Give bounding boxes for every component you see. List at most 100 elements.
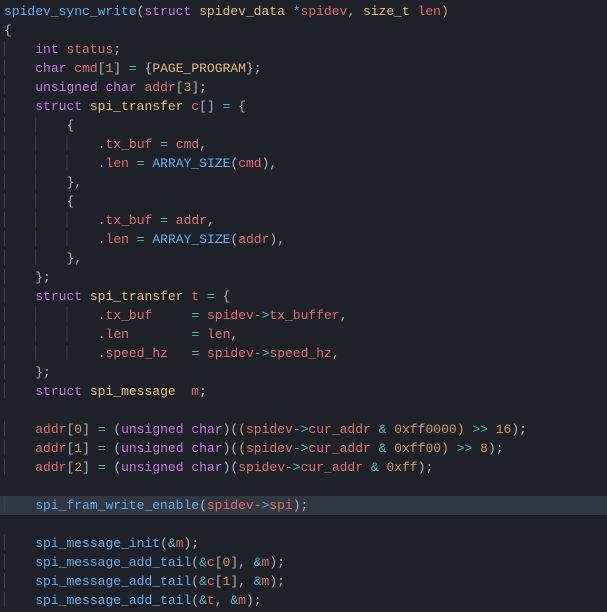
code-line: ▏ }; xyxy=(0,363,607,382)
code-line: ▏ addr[1] = (unsigned char)((spidev->cur… xyxy=(0,439,607,458)
code-line: ▏ ▏ ▏ .tx_buf = cmd, xyxy=(0,135,607,154)
kw-char: char xyxy=(105,80,136,95)
kw-char: char xyxy=(191,441,222,456)
var-t: t xyxy=(207,593,215,608)
code-line: ▏ unsigned char addr[3]; xyxy=(0,78,607,97)
num-1: 1 xyxy=(74,441,82,456)
code-line: ▏ ▏ { xyxy=(0,116,607,135)
kw-unsigned: unsigned xyxy=(121,422,183,437)
fn-array-size: ARRAY_SIZE xyxy=(152,156,230,171)
field-tx-buf: tx_buf xyxy=(106,137,153,152)
param-spidev: spidev xyxy=(301,4,348,19)
code-line: ▏ ▏ }, xyxy=(0,173,607,192)
kw-char: char xyxy=(191,422,222,437)
var-spidev: spidev xyxy=(246,422,293,437)
var-addr: addr xyxy=(35,441,66,456)
field-spi: spi xyxy=(269,498,292,513)
code-line: ▏ struct spi_transfer t = { xyxy=(0,287,607,306)
field-len: len xyxy=(106,232,129,247)
code-line: ▏ ▏ ▏ .len = ARRAY_SIZE(cmd), xyxy=(0,154,607,173)
kw-struct: struct xyxy=(35,289,82,304)
field-tx-buffer: tx_buffer xyxy=(269,308,339,323)
field-speed-hz: speed_hz xyxy=(269,346,331,361)
field-cur-addr: cur_addr xyxy=(308,422,370,437)
code-line: ▏ ▏ ▏ .len = len, xyxy=(0,325,607,344)
fn-name: spidev_sync_write xyxy=(4,4,137,19)
kw-struct: struct xyxy=(35,99,82,114)
kw-unsigned: unsigned xyxy=(35,80,97,95)
type-spi-transfer: spi_transfer xyxy=(90,289,184,304)
code-line: ▏ spi_message_add_tail(&t, &m); xyxy=(0,591,607,610)
kw-int: int xyxy=(35,42,58,57)
field-cur-addr: cur_addr xyxy=(301,460,363,475)
num-16: 16 xyxy=(496,422,512,437)
code-line-highlighted: ▏ spi_fram_write_enable(spidev->spi); xyxy=(0,496,607,515)
var-cmd: cmd xyxy=(74,61,97,76)
code-line: ▏ spi_message_init(&m); xyxy=(0,534,607,553)
var-addr: addr xyxy=(176,213,207,228)
code-line: { xyxy=(0,21,607,40)
field-tx-buf: tx_buf xyxy=(106,308,153,323)
kw-unsigned: unsigned xyxy=(121,441,183,456)
fn-spi-message-add-tail: spi_message_add_tail xyxy=(35,574,191,589)
field-cur-addr: cur_addr xyxy=(308,441,370,456)
code-line: ▏ spi_message_add_tail(&c[1], &m); xyxy=(0,572,607,591)
var-c: c xyxy=(191,99,199,114)
var-cmd: cmd xyxy=(176,137,199,152)
var-spidev: spidev xyxy=(238,460,285,475)
code-line xyxy=(0,401,607,420)
code-line xyxy=(0,515,607,534)
code-line: ▏ char cmd[1] = {PAGE_PROGRAM}; xyxy=(0,59,607,78)
code-line xyxy=(0,477,607,496)
field-speed-hz: speed_hz xyxy=(106,346,168,361)
param-len: len xyxy=(418,4,441,19)
code-line: ▏ ▏ }, xyxy=(0,249,607,268)
code-line: ▏ ▏ ▏ .len = ARRAY_SIZE(addr), xyxy=(0,230,607,249)
var-spidev: spidev xyxy=(207,498,254,513)
var-t: t xyxy=(191,289,199,304)
num-0: 0 xyxy=(74,422,82,437)
num-8: 8 xyxy=(480,441,488,456)
kw-struct: struct xyxy=(144,4,191,19)
const-page-program: PAGE_PROGRAM xyxy=(152,61,246,76)
code-line: ▏ int status; xyxy=(0,40,607,59)
var-m: m xyxy=(238,593,246,608)
code-line: ▏ ▏ { xyxy=(0,192,607,211)
var-spidev: spidev xyxy=(246,441,293,456)
type-size-t: size_t xyxy=(363,4,410,19)
code-editor[interactable]: spidev_sync_write(struct spidev_data *sp… xyxy=(0,2,607,610)
code-line: ▏ ▏ ▏ .speed_hz = spidev->speed_hz, xyxy=(0,344,607,363)
code-line: spidev_sync_write(struct spidev_data *sp… xyxy=(0,2,607,21)
var-addr: addr xyxy=(35,460,66,475)
var-addr: addr xyxy=(238,232,269,247)
code-line: ▏ struct spi_transfer c[] = { xyxy=(0,97,607,116)
var-spidev: spidev xyxy=(207,308,254,323)
fn-spi-message-init: spi_message_init xyxy=(35,536,160,551)
fn-spi-message-add-tail: spi_message_add_tail xyxy=(35,593,191,608)
op-star: * xyxy=(293,4,301,19)
var-m: m xyxy=(191,384,199,399)
type-spi-transfer: spi_transfer xyxy=(90,99,184,114)
fn-array-size: ARRAY_SIZE xyxy=(152,232,230,247)
code-line: ▏ addr[0] = (unsigned char)((spidev->cur… xyxy=(0,420,607,439)
var-m: m xyxy=(176,536,184,551)
code-line: ▏ struct spi_message m; xyxy=(0,382,607,401)
var-c: c xyxy=(207,555,215,570)
field-len: len xyxy=(106,327,129,342)
code-line: ▏ addr[2] = (unsigned char)(spidev->cur_… xyxy=(0,458,607,477)
code-line: ▏ spi_message_add_tail(&c[0], &m); xyxy=(0,553,607,572)
code-line: ▏ }; xyxy=(0,268,607,287)
code-line: ▏ ▏ ▏ .tx_buf = addr, xyxy=(0,211,607,230)
var-spidev: spidev xyxy=(207,346,254,361)
fn-spi-fram-write-enable: spi_fram_write_enable xyxy=(35,498,199,513)
kw-char: char xyxy=(191,460,222,475)
var-status: status xyxy=(66,42,113,57)
num-ff0000: 0xff0000 xyxy=(394,422,456,437)
fn-spi-message-add-tail: spi_message_add_tail xyxy=(35,555,191,570)
code-line: ▏ ▏ ▏ .tx_buf = spidev->tx_buffer, xyxy=(0,306,607,325)
var-len: len xyxy=(207,327,230,342)
field-len: len xyxy=(106,156,129,171)
type-spi-message: spi_message xyxy=(90,384,176,399)
type-spidev-data: spidev_data xyxy=(199,4,285,19)
num-ff00: 0xff00 xyxy=(394,441,441,456)
